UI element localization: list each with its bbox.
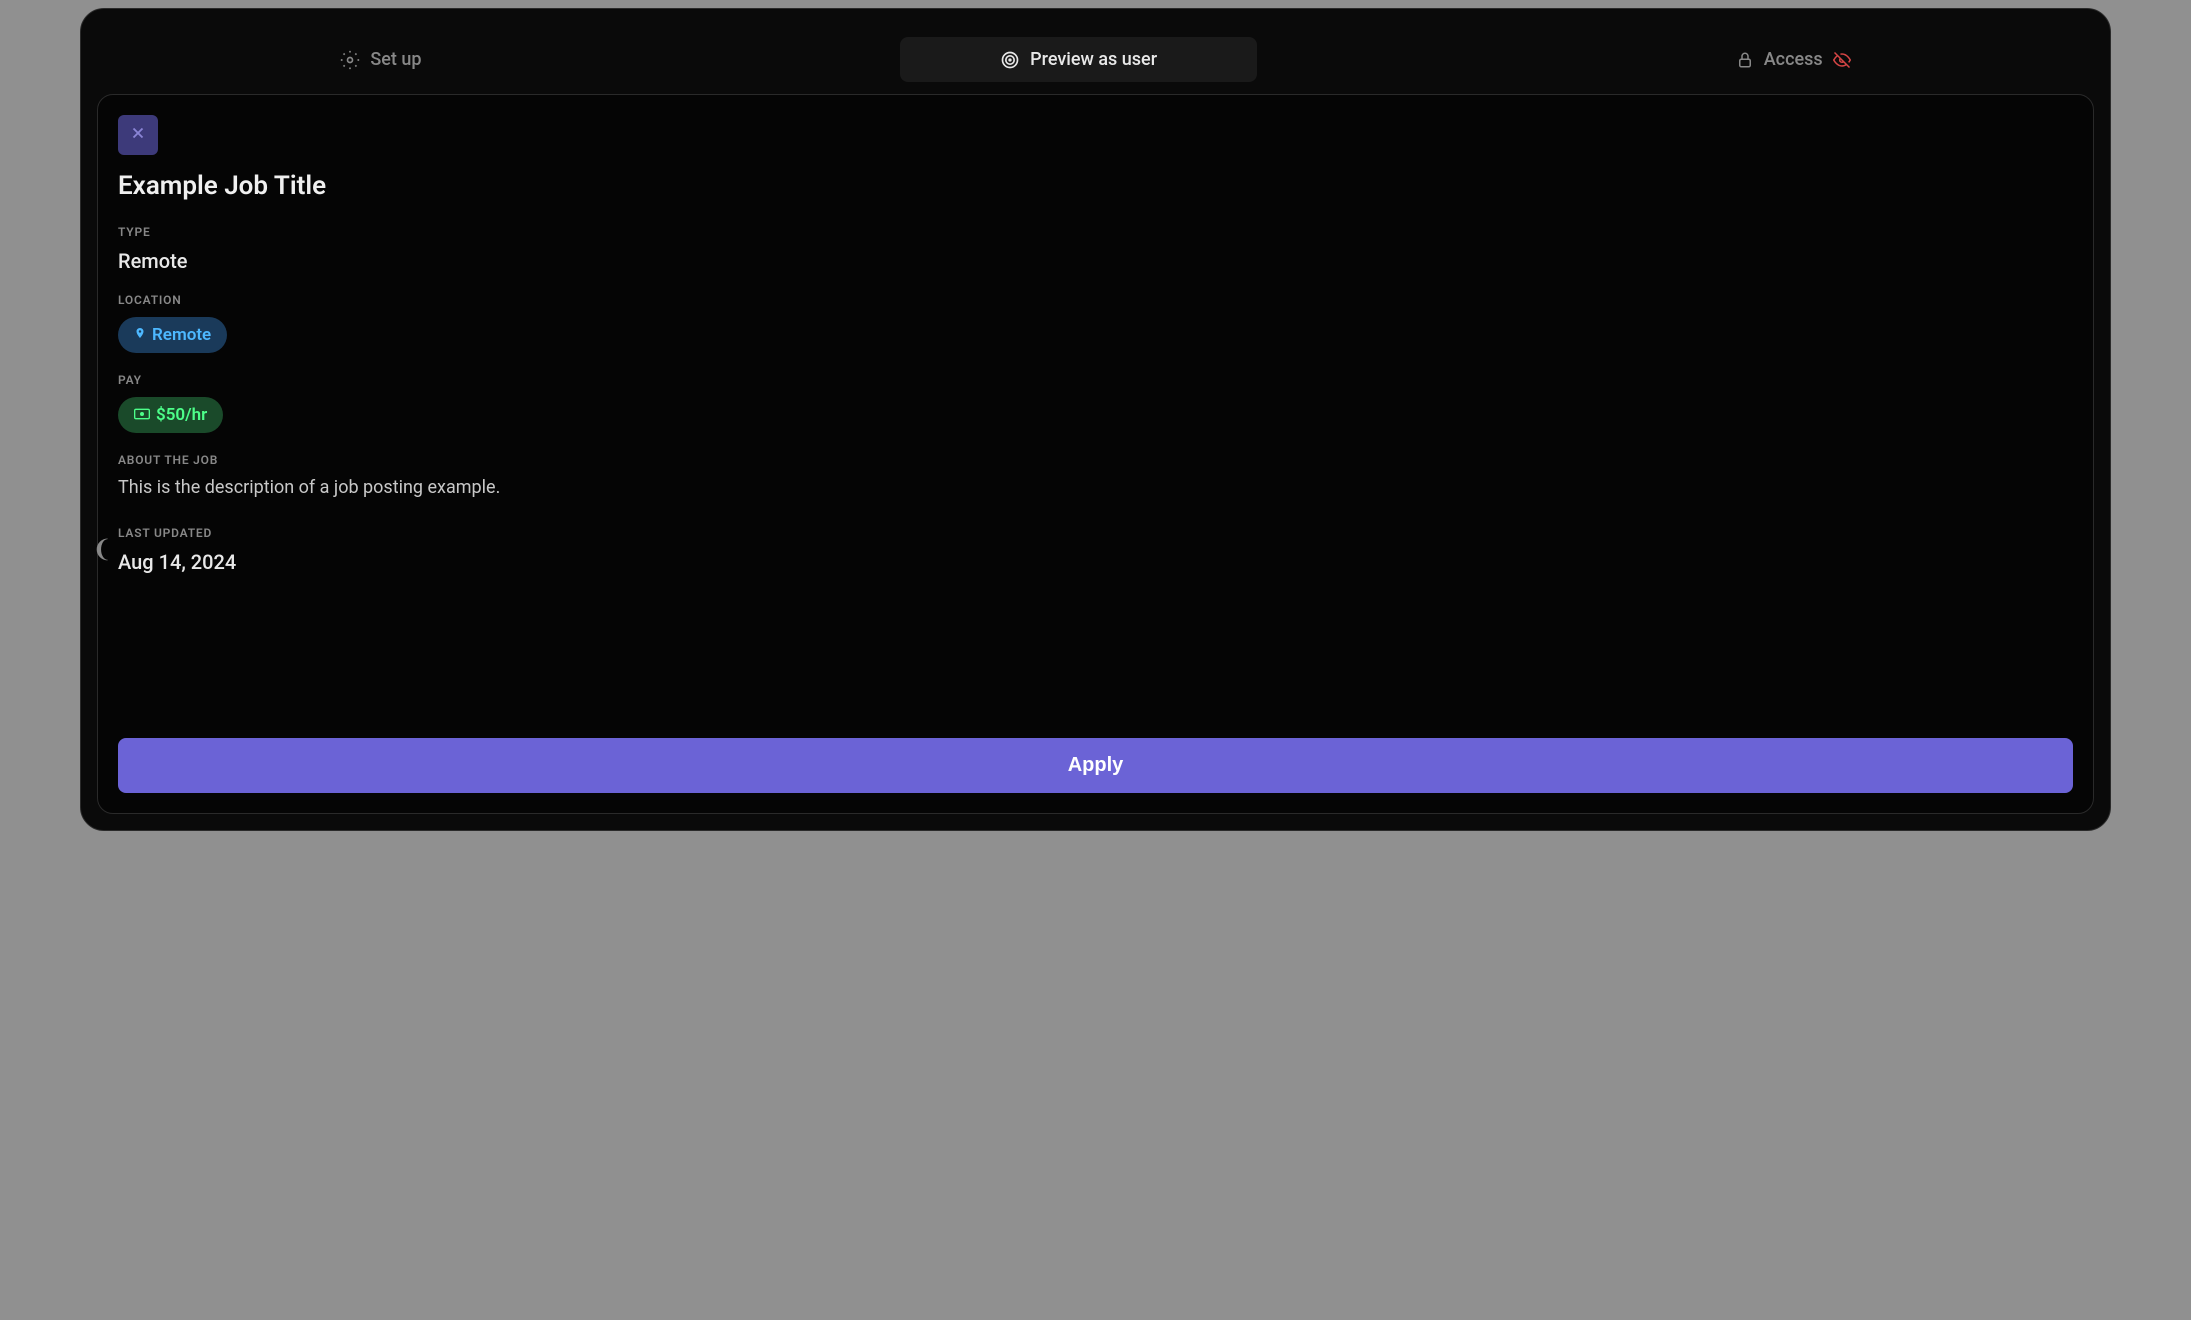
- drag-handle[interactable]: ❨: [92, 535, 112, 563]
- field-updated: LAST UPDATED Aug 14, 2024: [118, 526, 2073, 574]
- lock-icon: [1736, 51, 1754, 69]
- content-body: Example Job Title TYPE Remote LOCATION R…: [118, 115, 2073, 738]
- app-container: Set up Preview as user Access: [80, 8, 2111, 831]
- pay-badge: $50/hr: [118, 397, 223, 433]
- close-button[interactable]: [118, 115, 158, 155]
- location-value: Remote: [152, 325, 211, 345]
- pay-label: PAY: [118, 373, 2073, 387]
- pin-icon: [134, 325, 146, 345]
- updated-value: Aug 14, 2024: [118, 550, 2073, 574]
- tab-setup[interactable]: Set up: [316, 37, 445, 82]
- field-location: LOCATION Remote: [118, 293, 2073, 353]
- gear-icon: [340, 50, 360, 70]
- updated-label: LAST UPDATED: [118, 526, 2073, 540]
- tab-access[interactable]: Access: [1712, 37, 1875, 82]
- apply-button[interactable]: Apply: [118, 738, 2073, 793]
- tabs-row: Set up Preview as user Access: [97, 25, 2094, 94]
- eye-off-icon: [1833, 51, 1851, 69]
- money-icon: [134, 405, 150, 425]
- target-icon: [1000, 50, 1020, 70]
- field-about: ABOUT THE JOB This is the description of…: [118, 453, 2073, 498]
- tab-setup-label: Set up: [370, 49, 421, 70]
- tab-access-label: Access: [1764, 49, 1823, 70]
- type-value: Remote: [118, 249, 2073, 273]
- close-icon: [129, 124, 147, 146]
- tab-preview-label: Preview as user: [1030, 49, 1157, 70]
- location-badge: Remote: [118, 317, 227, 353]
- job-title: Example Job Title: [118, 171, 2073, 201]
- about-value: This is the description of a job posting…: [118, 477, 2073, 498]
- about-label: ABOUT THE JOB: [118, 453, 2073, 467]
- tab-preview[interactable]: Preview as user: [900, 37, 1257, 82]
- type-label: TYPE: [118, 225, 2073, 239]
- location-label: LOCATION: [118, 293, 2073, 307]
- field-type: TYPE Remote: [118, 225, 2073, 273]
- pay-value: $50/hr: [156, 405, 207, 425]
- content-panel: ❨ Example Job Title TYPE Remote LOCATION: [97, 94, 2094, 814]
- field-pay: PAY $50/hr: [118, 373, 2073, 433]
